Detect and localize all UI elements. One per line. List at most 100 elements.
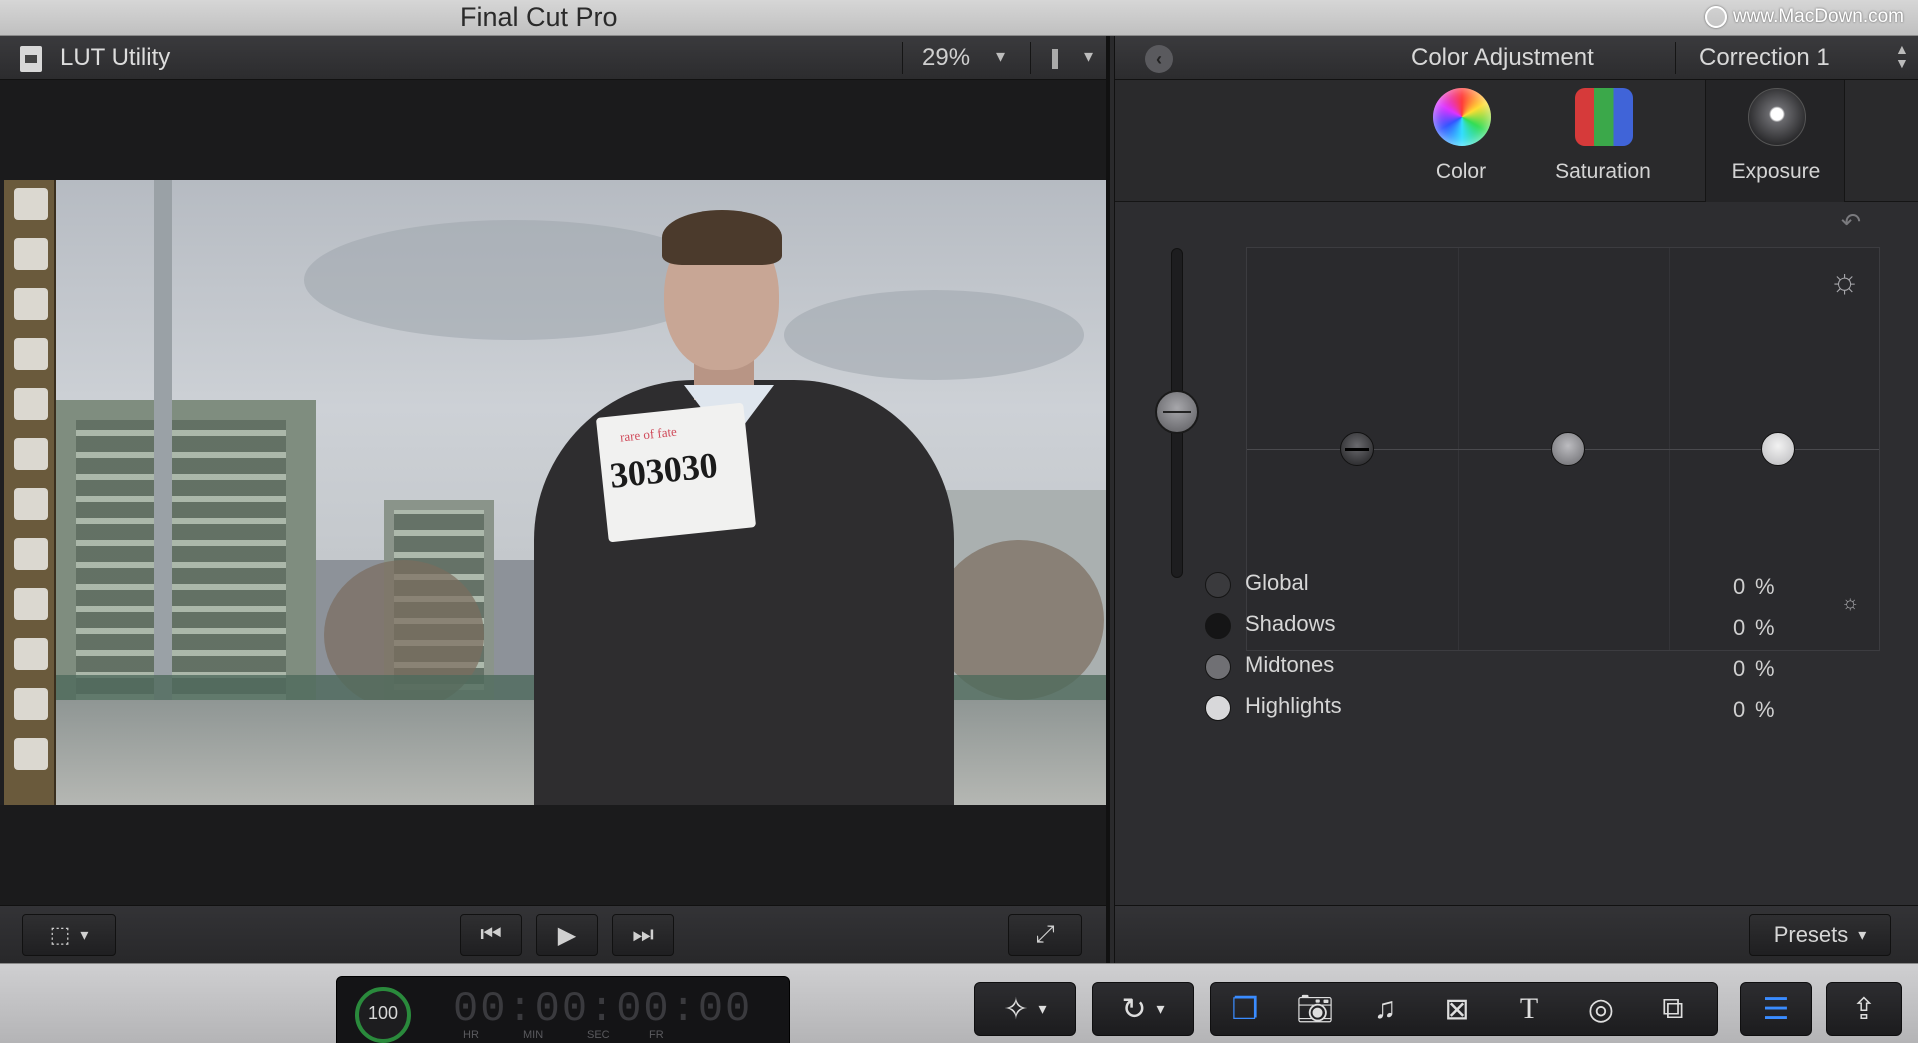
next-frame-button[interactable]: ⏭ [612,914,674,956]
color-inspector: ‹ Color Adjustment Correction 1 ▲ ▼ Color… [1114,36,1918,963]
divider [1675,42,1676,74]
film-sprocket [14,738,48,770]
view-mode-icon: ⬚ [49,922,71,947]
generators-icon: ◎ [1587,992,1615,1026]
title-bar: Final Cut Pro www.MacDown.com [0,0,1918,36]
film-sprocket [14,538,48,570]
film-sprocket [14,238,48,270]
row-global[interactable]: Global 0 % [1115,568,1918,608]
viewer-controls: ⬚ ▾ ⏮ ▶ ⏭ ⤢ [0,905,1106,963]
tab-color[interactable]: Color [1391,80,1531,202]
themes-icon: ⧉ [1662,992,1684,1025]
shadows-swatch [1205,613,1231,639]
watermark: www.MacDown.com [1704,6,1904,28]
highlights-puck[interactable] [1761,432,1795,466]
film-sprocket [14,338,48,370]
updown-arrows-icon[interactable]: ▲ ▼ [1895,42,1909,70]
skip-forward-icon: ⏭ [632,921,654,948]
master-exposure-puck[interactable] [1155,390,1199,434]
tag-number: 303030 [607,444,720,496]
timecode-display[interactable]: 00:00:00:00 [453,985,752,1033]
reset-icon[interactable]: ↶ [1841,208,1861,237]
title-t-icon: T [1519,992,1539,1025]
row-shadows[interactable]: Shadows 0 % [1115,609,1918,649]
film-sprocket [14,438,48,470]
presets-button[interactable]: Presets ▾ [1749,914,1891,956]
global-swatch [1205,572,1231,598]
app-title: Final Cut Pro [460,2,618,32]
music-browser-button[interactable]: ♫ [1355,983,1415,1035]
tab-saturation[interactable]: Saturation [1533,80,1673,202]
effects-browser-button[interactable]: ❐ [1215,983,1275,1035]
sliders-icon: ☰ [1762,992,1790,1026]
row-unit: % [1755,697,1775,722]
themes-browser-button[interactable]: ⧉ [1643,983,1703,1035]
row-midtones[interactable]: Midtones 0 % [1115,650,1918,690]
exposure-icon [1748,88,1806,146]
app-window: Final Cut Pro www.MacDown.com LUT Utilit… [0,0,1918,1043]
inspector-title: Color Adjustment [1411,44,1594,71]
transitions-browser-button[interactable]: ⊠ [1427,983,1487,1035]
shadows-puck[interactable] [1340,432,1374,466]
share-button[interactable]: ⇪ [1826,982,1902,1036]
tc-unit: HR [463,1029,479,1041]
tab-exposure[interactable]: Exposure [1705,80,1845,202]
view-options-caret-icon[interactable]: ▾ [1084,46,1093,67]
view-mode-button[interactable]: ⬚ ▾ [22,914,116,956]
highlights-swatch [1205,695,1231,721]
tc-unit: SEC [587,1029,610,1041]
dashboard: 100 00:00:00:00 HR MIN SEC FR [336,976,790,1043]
row-unit: % [1755,656,1775,681]
background-tasks-meter[interactable]: 100 [355,987,411,1043]
row-label: Shadows [1245,611,1336,636]
tc-unit: MIN [523,1029,544,1041]
row-value[interactable]: 0 [1733,574,1745,600]
generators-browser-button[interactable]: ◎ [1571,983,1631,1035]
tc-unit: FR [649,1029,664,1041]
bottom-toolbar: 100 00:00:00:00 HR MIN SEC FR ✧ ▾ ↻ ▾ ❐ 📷︎… [0,963,1918,1043]
zoom-level-dropdown[interactable]: 29% [922,44,970,72]
previous-frame-button[interactable]: ⏮ [460,914,522,956]
film-sprocket [14,188,48,220]
titles-browser-button[interactable]: T [1499,983,1559,1035]
zoom-caret-icon[interactable]: ▾ [996,46,1005,67]
divider [902,42,903,74]
inspector-button[interactable]: ☰ [1740,982,1812,1036]
viewer-panel: LUT Utility 29% ▾ ▾ rare of fate 303030 … [0,36,1110,963]
film-sprocket [14,388,48,420]
divider [1030,42,1031,74]
row-value[interactable]: 0 [1733,697,1745,723]
view-options-icon[interactable] [1052,49,1058,69]
video-frame: rare of fate 303030 [4,180,1106,805]
midtones-puck[interactable] [1551,432,1585,466]
row-highlights[interactable]: Highlights 0 % [1115,691,1918,731]
retime-button[interactable]: ↻ ▾ [1092,982,1194,1036]
scene-cloud [304,220,724,340]
row-value[interactable]: 0 [1733,656,1745,682]
row-unit: % [1755,615,1775,640]
scene-name-tag: rare of fate 303030 [595,402,757,543]
viewer-letterbox-bottom [0,805,1106,905]
transitions-icon: ⊠ [1444,992,1470,1026]
magic-wand-icon: ✧ [1003,992,1029,1026]
correction-selector[interactable]: Correction 1 [1699,44,1830,72]
browsers-group: ❐ 📷︎ ♫ ⊠ T ◎ ⧉ [1210,982,1718,1036]
row-value[interactable]: 0 [1733,615,1745,641]
photos-browser-button[interactable]: 📷︎ [1285,983,1345,1035]
enhancements-caret-icon: ▾ [1038,1001,1047,1018]
back-button[interactable]: ‹ [1145,45,1173,73]
view-mode-caret-icon: ▾ [80,927,89,944]
skip-back-icon: ⏮ [480,921,502,948]
inspector-footer: Presets ▾ [1115,905,1918,963]
row-label: Highlights [1245,693,1342,718]
play-button[interactable]: ▶ [536,914,598,956]
fullscreen-button[interactable]: ⤢ [1008,914,1082,956]
viewer-letterbox-top [0,80,1106,180]
film-sprocket [14,688,48,720]
tab-label: Color [1435,160,1487,183]
saturation-icon [1575,88,1633,146]
scene-cloud [784,290,1084,380]
viewer-header: LUT Utility 29% ▾ ▾ [0,36,1106,80]
enhancements-button[interactable]: ✧ ▾ [974,982,1076,1036]
color-board-tabs: Color Saturation Exposure [1115,80,1918,202]
